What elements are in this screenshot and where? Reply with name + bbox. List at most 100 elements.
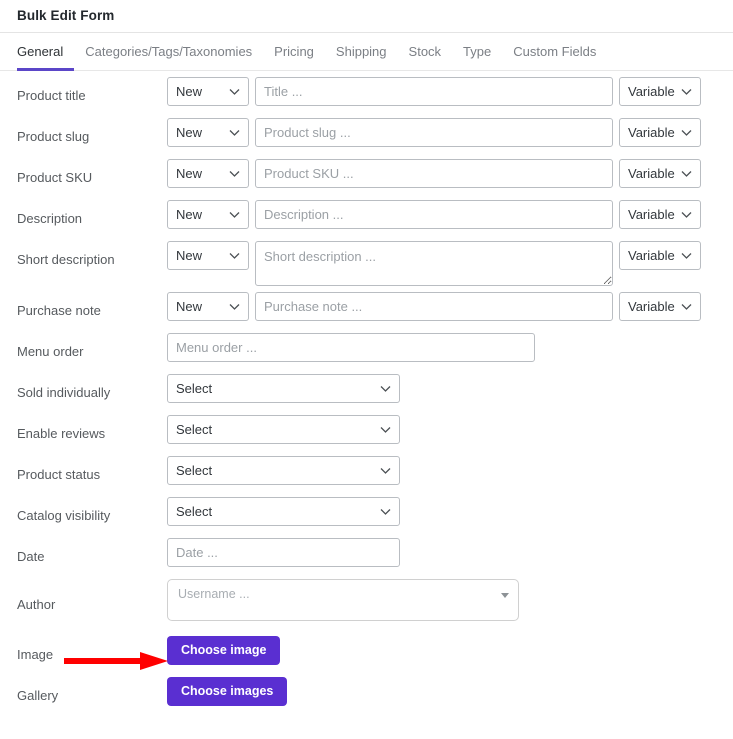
- product-title-mode-wrap: New: [167, 77, 249, 106]
- product-slug-scope-wrap: Variable: [619, 118, 701, 147]
- tab-type[interactable]: Type: [452, 34, 502, 71]
- label-enable-reviews: Enable reviews: [17, 426, 106, 441]
- label-description: Description: [17, 211, 83, 226]
- product-sku-mode-select[interactable]: New: [167, 159, 249, 188]
- field-row-menu-order: Menu order: [0, 333, 733, 374]
- field-row-product-status: Product status Select: [0, 456, 733, 497]
- author-select2-input[interactable]: Username ...: [167, 579, 519, 621]
- tab-shipping-label: Shipping: [335, 43, 387, 59]
- short-description-textarea[interactable]: [255, 241, 613, 286]
- label-sold-individually: Sold individually: [17, 385, 111, 400]
- description-input[interactable]: [255, 200, 613, 229]
- description-mode-wrap: New: [167, 200, 249, 229]
- purchase-note-mode-wrap: New: [167, 292, 249, 321]
- short-description-mode-wrap: New: [167, 241, 249, 270]
- catalog-visibility-wrap: Select: [167, 497, 400, 526]
- label-short-description: Short description: [17, 252, 115, 267]
- controls-gallery: Choose images: [167, 677, 733, 706]
- controls-catalog-visibility: Select: [167, 497, 733, 526]
- field-row-product-sku: Product SKU New Variable: [0, 159, 733, 200]
- short-description-mode-select[interactable]: New: [167, 241, 249, 270]
- product-slug-mode-select[interactable]: New: [167, 118, 249, 147]
- controls-product-sku: New Variable: [167, 159, 733, 188]
- purchase-note-scope-wrap: Variable: [619, 292, 701, 321]
- tab-pricing-label: Pricing: [274, 43, 314, 59]
- field-row-description: Description New Variable: [0, 200, 733, 241]
- tab-stock-label: Stock: [408, 43, 442, 59]
- product-slug-input[interactable]: [255, 118, 613, 147]
- description-scope-wrap: Variable: [619, 200, 701, 229]
- product-sku-mode-wrap: New: [167, 159, 249, 188]
- enable-reviews-wrap: Select: [167, 415, 400, 444]
- label-product-status: Product status: [17, 467, 101, 482]
- controls-purchase-note: New Variable: [167, 292, 733, 321]
- controls-author: Username ...: [167, 579, 733, 621]
- product-title-scope-select[interactable]: Variable: [619, 77, 701, 106]
- tab-custom-fields[interactable]: Custom Fields: [502, 34, 607, 71]
- field-row-product-slug: Product slug New Variable: [0, 118, 733, 159]
- purchase-note-scope-select[interactable]: Variable: [619, 292, 701, 321]
- tab-custom-fields-label: Custom Fields: [513, 43, 597, 59]
- short-description-scope-wrap: Variable: [619, 241, 701, 270]
- short-description-scope-select[interactable]: Variable: [619, 241, 701, 270]
- field-row-image: Image Choose image: [0, 636, 733, 677]
- field-row-product-title: Product title New Variable: [0, 77, 733, 118]
- field-row-gallery: Gallery Choose images: [0, 677, 733, 718]
- tab-shipping[interactable]: Shipping: [325, 34, 398, 71]
- page-header: Bulk Edit Form: [0, 0, 733, 33]
- tab-categories-tags-taxonomies[interactable]: Categories/Tags/Taxonomies: [74, 34, 263, 71]
- label-product-slug: Product slug: [17, 129, 90, 144]
- field-row-catalog-visibility: Catalog visibility Select: [0, 497, 733, 538]
- label-gallery: Gallery: [17, 688, 59, 703]
- tab-pricing[interactable]: Pricing: [263, 34, 325, 71]
- tab-stock[interactable]: Stock: [398, 34, 453, 71]
- label-purchase-note: Purchase note: [17, 303, 101, 318]
- product-sku-scope-select[interactable]: Variable: [619, 159, 701, 188]
- menu-order-input[interactable]: [167, 333, 535, 362]
- controls-description: New Variable: [167, 200, 733, 229]
- field-row-author: Author Username ...: [0, 579, 733, 636]
- field-row-date: Date: [0, 538, 733, 579]
- controls-product-title: New Variable: [167, 77, 733, 106]
- product-sku-input[interactable]: [255, 159, 613, 188]
- choose-images-button[interactable]: Choose images: [167, 677, 288, 706]
- catalog-visibility-select[interactable]: Select: [167, 497, 400, 526]
- product-title-mode-select[interactable]: New: [167, 77, 249, 106]
- field-row-short-description: Short description New Variable: [0, 241, 733, 292]
- enable-reviews-select[interactable]: Select: [167, 415, 400, 444]
- field-row-purchase-note: Purchase note New Variable: [0, 292, 733, 333]
- purchase-note-input[interactable]: [255, 292, 613, 321]
- controls-short-description: New Variable: [167, 241, 733, 286]
- tab-bar: General Categories/Tags/Taxonomies Prici…: [0, 33, 733, 71]
- tab-type-label: Type: [463, 43, 492, 59]
- bulk-edit-form: Product title New Variable: [0, 71, 733, 718]
- controls-sold-individually: Select: [167, 374, 733, 403]
- label-product-sku: Product SKU: [17, 170, 93, 185]
- controls-menu-order: [167, 333, 733, 362]
- label-product-title: Product title: [17, 88, 86, 103]
- choose-image-button[interactable]: Choose image: [167, 636, 281, 665]
- controls-product-status: Select: [167, 456, 733, 485]
- label-menu-order: Menu order: [17, 344, 84, 359]
- description-scope-select[interactable]: Variable: [619, 200, 701, 229]
- controls-image: Choose image: [167, 636, 733, 665]
- sold-individually-select[interactable]: Select: [167, 374, 400, 403]
- product-slug-scope-select[interactable]: Variable: [619, 118, 701, 147]
- product-title-input[interactable]: [255, 77, 613, 106]
- tab-categories-tags-taxonomies-label: Categories/Tags/Taxonomies: [85, 43, 253, 59]
- page-title: Bulk Edit Form: [17, 8, 115, 23]
- date-input[interactable]: [167, 538, 400, 567]
- product-status-select[interactable]: Select: [167, 456, 400, 485]
- purchase-note-mode-select[interactable]: New: [167, 292, 249, 321]
- caret-down-icon: [501, 593, 509, 598]
- controls-date: [167, 538, 733, 567]
- product-sku-scope-wrap: Variable: [619, 159, 701, 188]
- label-date: Date: [17, 549, 45, 564]
- product-status-wrap: Select: [167, 456, 400, 485]
- field-row-enable-reviews: Enable reviews Select: [0, 415, 733, 456]
- product-slug-mode-wrap: New: [167, 118, 249, 147]
- tab-general[interactable]: General: [17, 34, 75, 71]
- description-mode-select[interactable]: New: [167, 200, 249, 229]
- product-title-scope-wrap: Variable: [619, 77, 701, 106]
- label-author: Author: [17, 597, 56, 612]
